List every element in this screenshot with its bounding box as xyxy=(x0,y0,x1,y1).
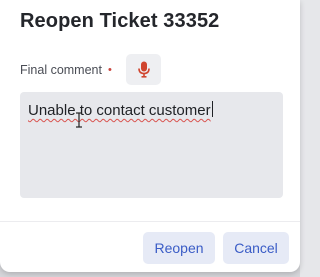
microphone-icon xyxy=(137,61,150,78)
comment-field-label: Final comment xyxy=(20,63,102,77)
footer-divider xyxy=(0,221,300,222)
required-indicator: • xyxy=(107,63,112,76)
cancel-button[interactable]: Cancel xyxy=(223,232,289,264)
text-cursor-icon xyxy=(76,112,82,128)
voice-input-button[interactable] xyxy=(126,54,161,85)
dialog-title: Reopen Ticket 33352 xyxy=(20,10,220,32)
text-caret xyxy=(211,101,213,117)
reopen-button[interactable]: Reopen xyxy=(143,232,215,264)
comment-label-row: Final comment • xyxy=(20,62,112,78)
reopen-ticket-dialog: Reopen Ticket 33352 Final comment • Unab… xyxy=(0,0,300,272)
comment-text: Unable to contact customer xyxy=(28,102,211,119)
comment-textarea[interactable]: Unable to contact customer xyxy=(20,92,283,198)
